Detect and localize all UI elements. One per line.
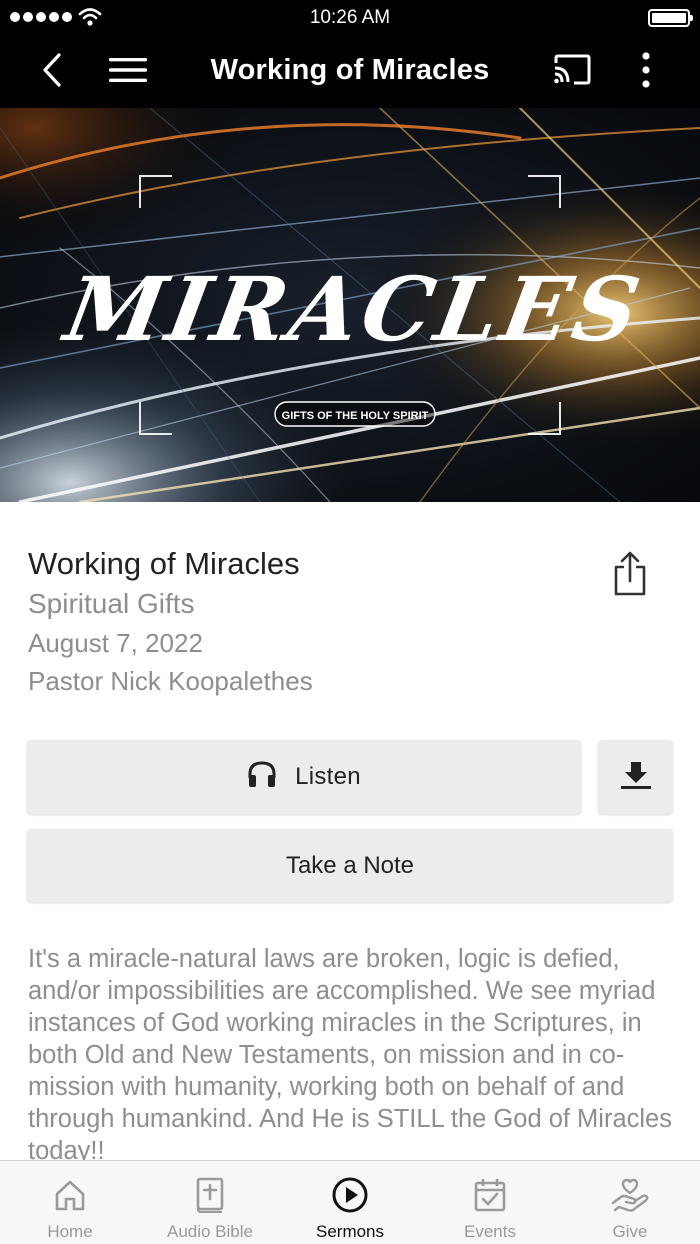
sermon-description: It's a miracle-natural laws are broken, … (28, 945, 672, 1161)
sermon-details: Working of Miracles Spiritual Gifts Augu… (28, 545, 588, 699)
tab-give-label: Give (612, 1222, 648, 1241)
tab-home-label: Home (47, 1222, 93, 1241)
battery-icon (648, 9, 693, 27)
artwork-subtitle: GIFTS OF THE HOLY SPIRIT (282, 410, 429, 422)
home-icon (50, 1175, 90, 1215)
status-time: 10:26 AM (309, 7, 391, 28)
cast-icon (552, 54, 592, 91)
tab-sermons-label: Sermons (315, 1222, 385, 1241)
status-bar: 10:26 AM (0, 0, 700, 36)
share-icon (612, 551, 648, 602)
take-a-note-label: Take a Note (285, 851, 415, 879)
bible-icon (190, 1175, 230, 1215)
tab-sermons[interactable]: Sermons (280, 1161, 420, 1244)
tab-bar: Home Audio Bible Sermons Events Give (0, 1160, 700, 1244)
more-options-button[interactable] (624, 50, 668, 94)
download-icon (619, 760, 653, 795)
sermon-series: Spiritual Gifts (28, 588, 195, 619)
heart-hand-icon (610, 1175, 650, 1215)
play-circle-icon (330, 1175, 370, 1215)
tab-give[interactable]: Give (560, 1161, 700, 1244)
take-a-note-button[interactable]: Take a Note (27, 829, 673, 902)
sermon-title: Working of Miracles (28, 546, 300, 581)
cast-button[interactable] (550, 50, 594, 94)
headphones-icon (247, 760, 277, 795)
sermon-speaker: Pastor Nick Koopalethes (28, 666, 313, 696)
tab-events[interactable]: Events (420, 1161, 560, 1244)
listen-label: Listen (295, 763, 361, 790)
more-vertical-icon (641, 51, 651, 93)
nav-bar: Working of Miracles (0, 36, 700, 108)
download-button[interactable] (598, 740, 673, 814)
tab-home[interactable]: Home (0, 1161, 140, 1244)
sermon-artwork: MIRACLES GIFTS OF THE HOLY SPIRIT (0, 108, 700, 502)
sermon-date: August 7, 2022 (28, 628, 203, 658)
artwork-title: MIRACLES (55, 258, 651, 361)
listen-button[interactable]: Listen (27, 740, 581, 814)
calendar-check-icon (470, 1175, 510, 1215)
share-button[interactable] (604, 548, 656, 604)
tab-events-label: Events (464, 1222, 516, 1241)
tab-audio-bible[interactable]: Audio Bible (140, 1161, 280, 1244)
page-title: Working of Miracles (210, 54, 490, 86)
tab-audio-bible-label: Audio Bible (166, 1222, 253, 1241)
